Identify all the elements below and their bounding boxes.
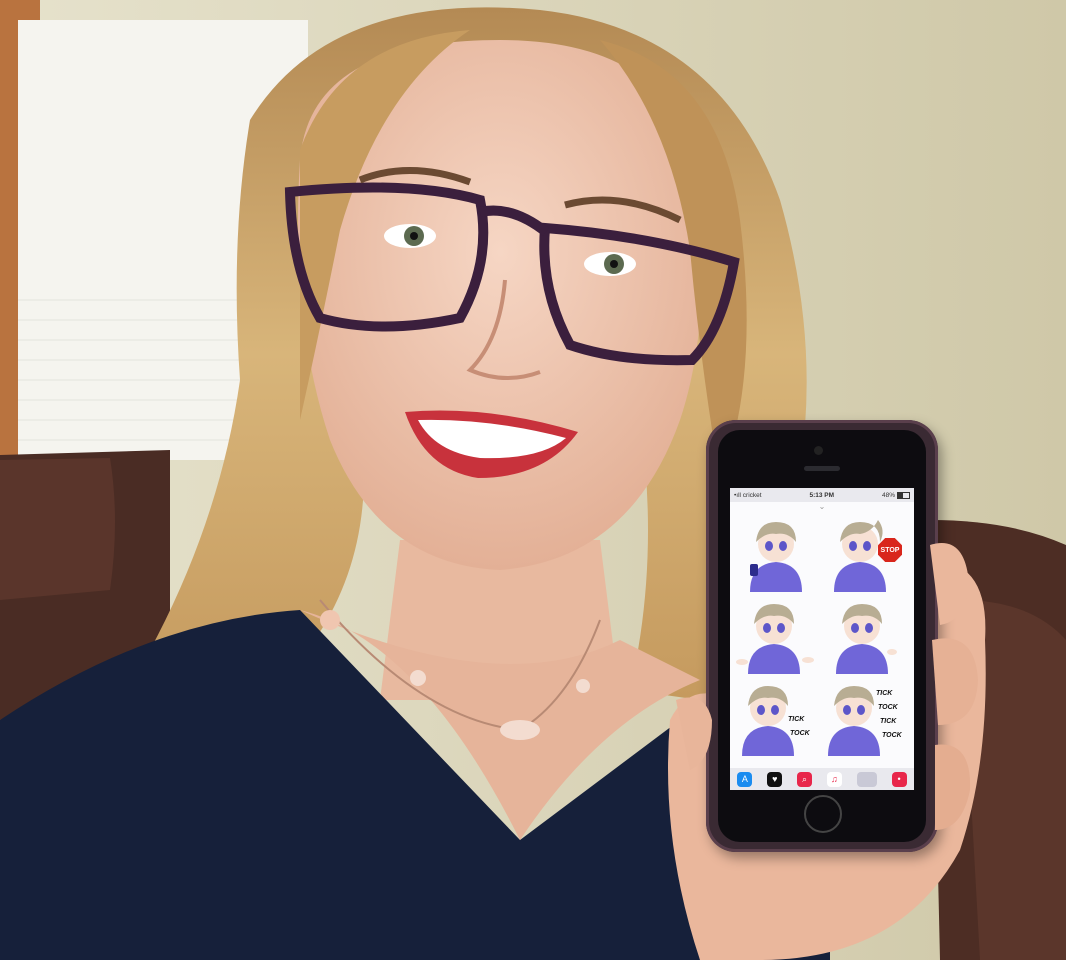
home-button[interactable]	[804, 795, 842, 833]
sticker-point[interactable]	[824, 594, 908, 676]
phone: •ıll cricket 5:13 PM 48% ⌄ STOP TICK TOC…	[706, 420, 938, 852]
phone-screen: •ıll cricket 5:13 PM 48% ⌄ STOP TICK TOC…	[730, 488, 914, 790]
tick-label: TICK	[788, 716, 805, 723]
sticker-tick-tock-1[interactable]: TICK TOCK	[736, 676, 820, 758]
status-time: 5:13 PM	[809, 491, 835, 499]
digital-touch-icon[interactable]: ♥	[767, 771, 783, 787]
tick-label: TICK	[880, 718, 897, 725]
imessage-app-tray: A ♥ ⌕ ♫ •	[730, 768, 914, 790]
more-apps-icon[interactable]: •	[891, 771, 907, 787]
battery-icon	[897, 491, 910, 499]
front-camera	[814, 446, 823, 455]
tock-label: TOCK	[790, 730, 810, 737]
sticker-pack-icon[interactable]	[856, 771, 877, 787]
battery-percent: 48%	[881, 491, 895, 499]
earpiece-speaker	[804, 466, 840, 471]
app-store-icon[interactable]: A	[737, 771, 753, 787]
drawer-handle-icon[interactable]: ⌄	[730, 502, 914, 512]
battery-indicator: 48%	[881, 491, 910, 499]
photo-scene: •ıll cricket 5:13 PM 48% ⌄ STOP TICK TOC…	[0, 0, 1066, 960]
status-bar: •ıll cricket 5:13 PM 48%	[730, 488, 914, 502]
tock-label: TOCK	[882, 732, 902, 739]
tick-label: TICK	[876, 690, 893, 697]
sticker-shrug[interactable]	[736, 594, 820, 676]
sticker-stop[interactable]: STOP	[824, 512, 908, 594]
sticker-tick-tock-2[interactable]: TICK TOCK TICK TOCK	[824, 676, 908, 758]
sticker-grid: STOP TICK TOCK TICK TOCK TICK TOCK	[730, 512, 914, 758]
tock-label: TOCK	[878, 704, 898, 711]
sticker-phone[interactable]	[736, 512, 820, 594]
carrier-label: •ıll cricket	[734, 491, 762, 499]
image-search-icon[interactable]: ⌕	[797, 771, 813, 787]
music-icon[interactable]: ♫	[826, 771, 842, 787]
